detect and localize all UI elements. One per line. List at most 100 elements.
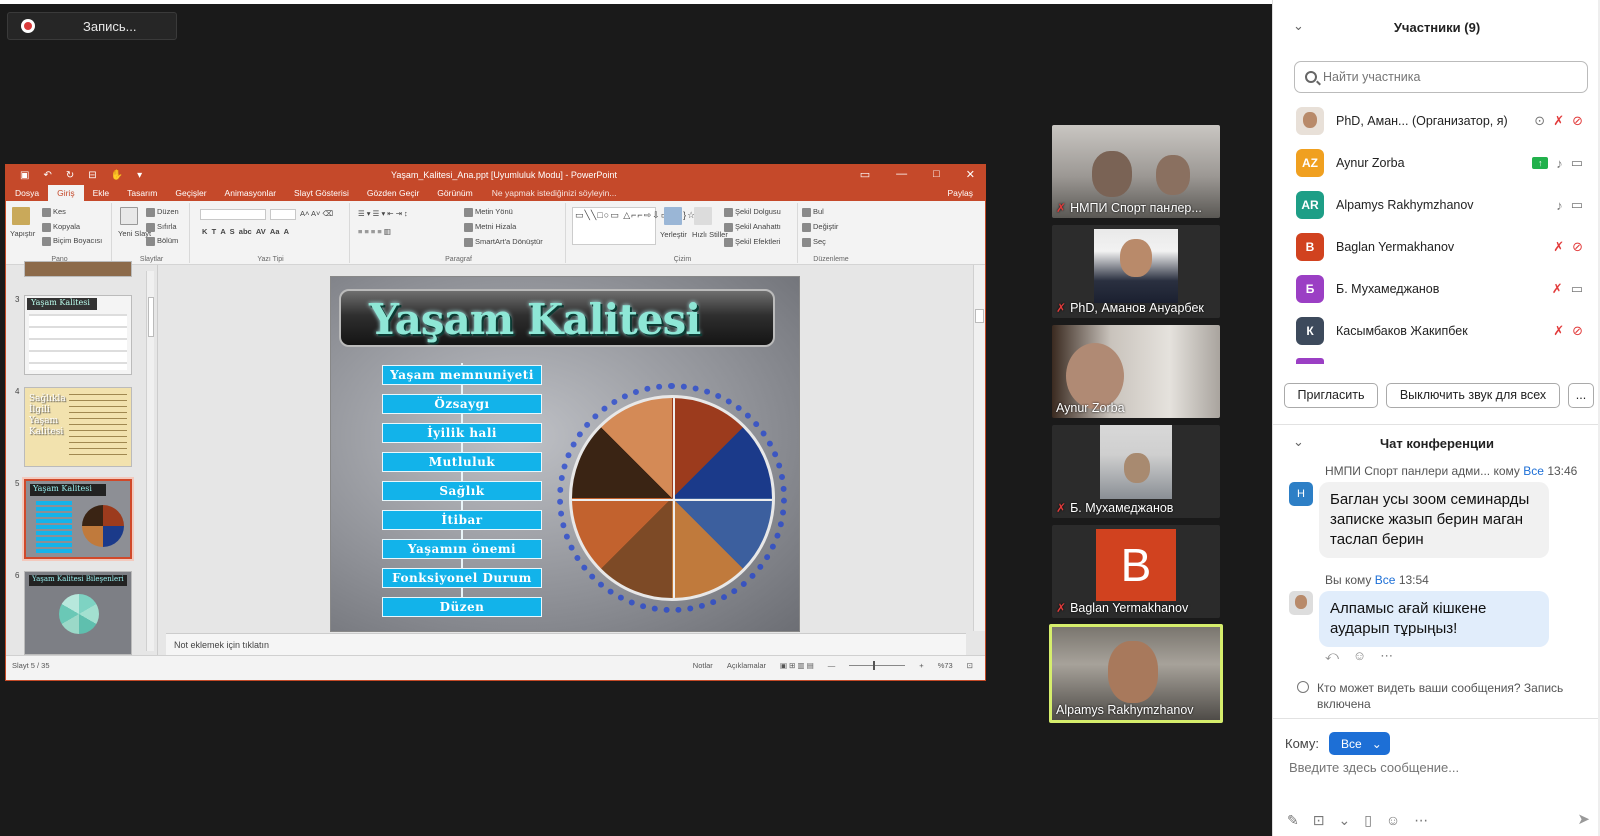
slide-scrollbar[interactable] bbox=[973, 265, 985, 631]
replace-button[interactable]: Değiştir bbox=[802, 222, 838, 232]
quick-styles-button[interactable] bbox=[694, 207, 714, 225]
smartart-button[interactable]: SmartArt'a Dönüştür bbox=[464, 237, 543, 247]
tab-dosya[interactable]: Dosya bbox=[6, 185, 48, 201]
scrollbar-thumb[interactable] bbox=[975, 309, 984, 323]
scrollbar-thumb[interactable] bbox=[148, 297, 154, 337]
video-icon[interactable]: ▭ bbox=[1571, 281, 1583, 297]
list-icons[interactable]: ☰ ▾ ☰ ▾ ⇤ ⇥ ↕ bbox=[358, 209, 408, 218]
reply-icon[interactable]: ⤺ bbox=[1325, 648, 1339, 664]
more-icon[interactable]: ⋯ bbox=[1414, 812, 1428, 829]
close-icon[interactable]: ✕ bbox=[966, 168, 975, 181]
shape-effects-button[interactable]: Şekil Efektleri bbox=[724, 237, 780, 247]
more-icon[interactable]: ⋯ bbox=[1380, 648, 1393, 664]
video-tile[interactable]: ✗ НМПИ Спорт панлер... bbox=[1052, 125, 1220, 218]
mic-muted-icon[interactable]: ✗ bbox=[1553, 113, 1564, 129]
customize-toolbar-icon[interactable]: ▾ bbox=[137, 170, 142, 181]
participant-row[interactable]: PhD, Аман... (Организатор, я) ⊙ ✗ ⊘ bbox=[1273, 100, 1583, 142]
grow-font-icon[interactable]: A˄ A˅ ⌫ bbox=[300, 209, 333, 218]
video-tile-active-speaker[interactable]: Alpamys Rakhymzhanov bbox=[1049, 624, 1223, 723]
slide-thumbnail-4[interactable]: Sağlıkla İlgili Yaşam Kalitesi bbox=[24, 387, 132, 467]
emoji-reaction-icon[interactable]: ☺ bbox=[1353, 648, 1366, 664]
zoom-slider[interactable] bbox=[849, 661, 906, 670]
slide-thumbnail-5-selected[interactable]: Yaşam Kalitesi bbox=[22, 477, 134, 561]
participant-row[interactable]: AZ Aynur Zorba ↑ ♪ ▭ bbox=[1273, 142, 1583, 184]
zoom-in-icon[interactable]: + bbox=[919, 661, 923, 670]
recipient-select[interactable]: Все ⌄ bbox=[1329, 732, 1390, 755]
new-slide-button[interactable] bbox=[120, 207, 140, 225]
mic-muted-icon[interactable]: ✗ bbox=[1553, 323, 1564, 339]
select-button[interactable]: Seç bbox=[802, 237, 826, 247]
file-icon[interactable]: ▯ bbox=[1364, 812, 1372, 829]
mic-muted-icon[interactable]: ✗ bbox=[1552, 281, 1563, 297]
align-icons[interactable]: ≡ ≡ ≡ ≡ ▥ bbox=[358, 227, 391, 236]
thumbnails-scrollbar[interactable] bbox=[146, 271, 154, 651]
find-button[interactable]: Bul bbox=[802, 207, 824, 217]
video-off-icon[interactable]: ⊘ bbox=[1572, 323, 1583, 339]
tab-tasarim[interactable]: Tasarım bbox=[118, 185, 166, 201]
arrange-button[interactable] bbox=[664, 207, 684, 225]
mic-icon[interactable]: ♪ bbox=[1556, 198, 1563, 213]
slide-thumbnail-2[interactable] bbox=[24, 261, 132, 277]
tab-gorunum[interactable]: Görünüm bbox=[428, 185, 481, 201]
participant-row[interactable]: AR Alpamys Rakhymzhanov ♪ ▭ bbox=[1273, 184, 1583, 226]
more-button[interactable]: ... bbox=[1568, 383, 1594, 408]
video-icon[interactable]: ▭ bbox=[1571, 155, 1583, 171]
notes-pane[interactable]: Not eklemek için tıklatın bbox=[166, 633, 966, 655]
slide-thumbnail-6[interactable]: Yaşam Kalitesi Bileşenleri bbox=[24, 571, 132, 655]
video-icon[interactable]: ▭ bbox=[1571, 197, 1583, 213]
invite-button[interactable]: Пригласить bbox=[1284, 383, 1378, 408]
shape-outline-button[interactable]: Şekil Anahattı bbox=[724, 222, 781, 232]
font-name-box[interactable] bbox=[200, 209, 266, 220]
fit-slide-icon[interactable]: ⊡ bbox=[967, 661, 973, 670]
format-painter-button[interactable]: Biçim Boyacısı bbox=[42, 236, 102, 246]
section-button[interactable]: Bölüm bbox=[146, 236, 178, 246]
notes-button[interactable]: Notlar bbox=[693, 661, 713, 670]
redo-icon[interactable]: ↻ bbox=[66, 170, 74, 181]
search-input[interactable] bbox=[1323, 70, 1563, 84]
participant-row[interactable]: B Baglan Yermakhanov ✗ ⊘ bbox=[1273, 226, 1583, 268]
video-tile[interactable]: ✗ Б. Мухамеджанов bbox=[1052, 425, 1220, 518]
tab-giris[interactable]: Giriş bbox=[48, 185, 84, 201]
mic-muted-icon[interactable]: ✗ bbox=[1553, 239, 1564, 255]
message-input[interactable] bbox=[1289, 760, 1579, 775]
font-format-buttons[interactable]: K T A S abc AV Aa A bbox=[202, 227, 289, 236]
save-icon[interactable]: ▣ bbox=[20, 170, 29, 181]
tab-slayt-gosterisi[interactable]: Slayt Gösterisi bbox=[285, 185, 358, 201]
participant-search[interactable] bbox=[1294, 61, 1588, 93]
mic-icon[interactable]: ♪ bbox=[1556, 156, 1563, 171]
reset-button[interactable]: Sıfırla bbox=[146, 222, 177, 232]
ribbon-display-icon[interactable]: ▭ bbox=[860, 168, 870, 181]
zoom-out-icon[interactable]: — bbox=[828, 661, 836, 670]
tab-gecisler[interactable]: Geçişler bbox=[166, 185, 215, 201]
participant-row[interactable]: К Касымбаков Жакипбек ✗ ⊘ bbox=[1273, 310, 1583, 352]
maximize-icon[interactable]: □ bbox=[933, 168, 940, 181]
view-icons[interactable]: ▣ ⊞ ▥ ▤ bbox=[780, 661, 814, 670]
share-button[interactable]: Paylaş bbox=[947, 188, 973, 198]
layout-button[interactable]: Düzen bbox=[146, 207, 179, 217]
current-slide[interactable]: Yaşam Kalitesi Yaşam memnuniyeti Özsaygı… bbox=[330, 276, 800, 632]
tab-animasyonlar[interactable]: Animasyonlar bbox=[216, 185, 286, 201]
video-tile[interactable]: B ✗ Baglan Yermakhanov bbox=[1052, 525, 1220, 618]
format-icon[interactable]: ✎ bbox=[1287, 812, 1299, 829]
cut-button[interactable]: Kes bbox=[42, 207, 66, 217]
tab-ekle[interactable]: Ekle bbox=[84, 185, 119, 201]
copy-button[interactable]: Kopyala bbox=[42, 222, 80, 232]
chevron-down-icon[interactable]: ⌄ bbox=[1338, 812, 1350, 829]
align-text-button[interactable]: Metni Hizala bbox=[464, 222, 516, 232]
participant-row[interactable]: Б Б. Мухамеджанов ✗ ▭ bbox=[1273, 268, 1583, 310]
chat-message[interactable]: Баглан усы зоом семинарды записке жазып … bbox=[1319, 482, 1549, 558]
slideshow-icon[interactable]: ⊟ bbox=[88, 170, 96, 181]
video-off-icon[interactable]: ⊘ bbox=[1572, 239, 1583, 255]
tell-me-search[interactable]: Ne yapmak istediğinizi söyleyin... bbox=[492, 188, 617, 198]
comments-button[interactable]: Açıklamalar bbox=[727, 661, 766, 670]
touch-mode-icon[interactable]: ✋ bbox=[111, 170, 123, 181]
minimize-icon[interactable]: — bbox=[896, 168, 907, 181]
undo-icon[interactable]: ↶ bbox=[43, 170, 51, 181]
chat-visibility-notice[interactable]: Кто может видеть ваши сообщения? Запись … bbox=[1295, 680, 1595, 712]
slide-thumbnail-3[interactable]: Yaşam Kalitesi bbox=[24, 295, 132, 375]
text-direction-button[interactable]: Metin Yönü bbox=[464, 207, 513, 217]
shape-fill-button[interactable]: Şekil Dolgusu bbox=[724, 207, 781, 217]
font-size-box[interactable] bbox=[270, 209, 296, 220]
emoji-icon[interactable]: ☺ bbox=[1386, 812, 1400, 829]
mute-all-button[interactable]: Выключить звук для всех bbox=[1386, 383, 1560, 408]
